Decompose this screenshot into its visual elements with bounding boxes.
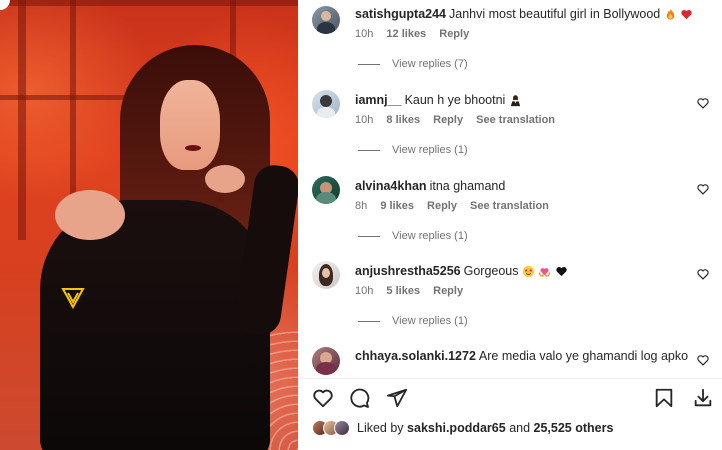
liked-by-conjunction: and: [509, 421, 531, 435]
post-action-bar: Liked by sakshi.poddar65 and 25,525 othe…: [298, 378, 722, 450]
comment-text: Gorgeous: [463, 264, 519, 278]
comment-like-heart-icon[interactable]: [696, 267, 710, 281]
comment-time: 8h: [355, 200, 368, 212]
comment-username[interactable]: alvina4khan: [355, 179, 427, 193]
likes-summary: Liked by sakshi.poddar65 and 25,525 othe…: [312, 420, 613, 436]
hand: [205, 165, 245, 193]
scaffold-beam: [0, 95, 140, 100]
view-replies-label[interactable]: View replies (7): [392, 58, 468, 70]
shoulder: [55, 190, 125, 240]
avatar[interactable]: [312, 90, 340, 118]
comment-like-heart-icon[interactable]: [696, 96, 710, 110]
comment-username[interactable]: satishgupta244: [355, 7, 446, 21]
comment-time: 10h: [355, 114, 374, 126]
avatar[interactable]: [312, 6, 340, 34]
comment-item: satishgupta244 Janhvi most beautiful girl…: [298, 0, 722, 86]
comment-username[interactable]: iamnj__: [355, 93, 402, 107]
replies-divider: [358, 320, 380, 322]
replies-divider: [358, 63, 380, 65]
v-logo-icon: [61, 288, 85, 309]
comment-text: itna ghamand: [429, 179, 506, 193]
comment-likes[interactable]: 5 likes: [386, 285, 420, 297]
scaffold-pole: [18, 0, 26, 240]
view-replies[interactable]: View replies (1): [358, 144, 468, 156]
reply-button[interactable]: Reply: [439, 28, 469, 40]
comment-username[interactable]: chhaya.solanki.1272: [355, 349, 476, 363]
woman-in-tuxedo-icon: [510, 95, 520, 107]
comment-meta: 8h 9 likes Reply See translation: [355, 200, 559, 212]
liked-by-user[interactable]: sakshi.poddar65: [407, 421, 506, 435]
liked-by-prefix: Liked by: [357, 421, 404, 435]
media-corner: [0, 0, 10, 10]
reply-button[interactable]: Reply: [427, 200, 457, 212]
comment-time: 10h: [355, 28, 374, 40]
fire-icon: [666, 9, 674, 20]
see-translation-button[interactable]: See translation: [470, 200, 549, 212]
face: [160, 80, 220, 170]
black-heart-icon: [556, 267, 567, 277]
comment-body: iamnj__ Kaun h ye bhootni: [355, 92, 522, 108]
comment-meta: 10h 12 likes Reply: [355, 28, 479, 40]
liker-avatar[interactable]: [334, 420, 350, 436]
comment-item: iamnj__ Kaun h ye bhootni 10h 8 likes Rep…: [298, 86, 722, 172]
comment-like-heart-icon[interactable]: [696, 353, 710, 367]
comment-username[interactable]: anjushrestha5256: [355, 264, 461, 278]
comment-like-heart-icon[interactable]: [696, 182, 710, 196]
heart-icon[interactable]: [312, 387, 334, 409]
comment-icon[interactable]: [348, 387, 370, 409]
post-media[interactable]: [0, 0, 298, 450]
comment-text: Janhvi most beautiful girl in Bollywood: [449, 7, 661, 21]
liked-by-others[interactable]: 25,525 others: [534, 421, 614, 435]
comment-likes[interactable]: 9 likes: [380, 200, 414, 212]
avatar[interactable]: [312, 176, 340, 204]
view-replies-label[interactable]: View replies (1): [392, 315, 468, 327]
lips: [185, 145, 201, 151]
comment-text: Are media valo ye ghamandi log apko: [478, 349, 689, 363]
comment-body: chhaya.solanki.1272 Are media valo ye gha…: [355, 348, 688, 364]
comment-item: chhaya.solanki.1272 Are media valo ye gha…: [298, 342, 722, 378]
liked-by-text: Liked by sakshi.poddar65 and 25,525 othe…: [357, 421, 613, 435]
reply-button[interactable]: Reply: [433, 114, 463, 126]
comment-body: anjushrestha5256 Gorgeous: [355, 263, 568, 279]
view-replies-label[interactable]: View replies (1): [392, 144, 468, 156]
reply-button[interactable]: Reply: [433, 285, 463, 297]
comment-meta: 10h 8 likes Reply See translation: [355, 114, 565, 126]
comment-body: satishgupta244 Janhvi most beautiful girl…: [355, 6, 693, 22]
scaffold-pole: [70, 0, 76, 200]
comments-list[interactable]: satishgupta244 Janhvi most beautiful girl…: [298, 0, 722, 378]
comment-likes[interactable]: 8 likes: [386, 114, 420, 126]
red-heart-icon: [681, 10, 692, 20]
comment-time: 10h: [355, 285, 374, 297]
scaffold-beam: [0, 0, 298, 6]
comment-item: alvina4khan itna ghamand 8h 9 likes Reply…: [298, 172, 722, 258]
download-icon[interactable]: [692, 387, 714, 409]
view-replies[interactable]: View replies (1): [358, 230, 468, 242]
bookmark-icon[interactable]: [653, 387, 675, 409]
replies-divider: [358, 235, 380, 237]
view-replies[interactable]: View replies (7): [358, 58, 468, 70]
avatar[interactable]: [312, 347, 340, 375]
comment-body: alvina4khan itna ghamand: [355, 178, 505, 194]
comment-item: anjushrestha5256 Gorgeous 10h 5 likes Rep…: [298, 257, 722, 343]
see-translation-button[interactable]: See translation: [476, 114, 555, 126]
replies-divider: [358, 149, 380, 151]
avatar[interactable]: [312, 261, 340, 289]
star-struck-icon: [522, 266, 535, 278]
send-icon[interactable]: [386, 387, 408, 409]
heart-hands-icon: [539, 268, 551, 278]
view-replies-label[interactable]: View replies (1): [392, 230, 468, 242]
comment-likes[interactable]: 12 likes: [386, 28, 426, 40]
view-replies[interactable]: View replies (1): [358, 315, 468, 327]
comment-text: Kaun h ye bhootni: [404, 93, 506, 107]
comment-meta: 10h 5 likes Reply: [355, 285, 473, 297]
